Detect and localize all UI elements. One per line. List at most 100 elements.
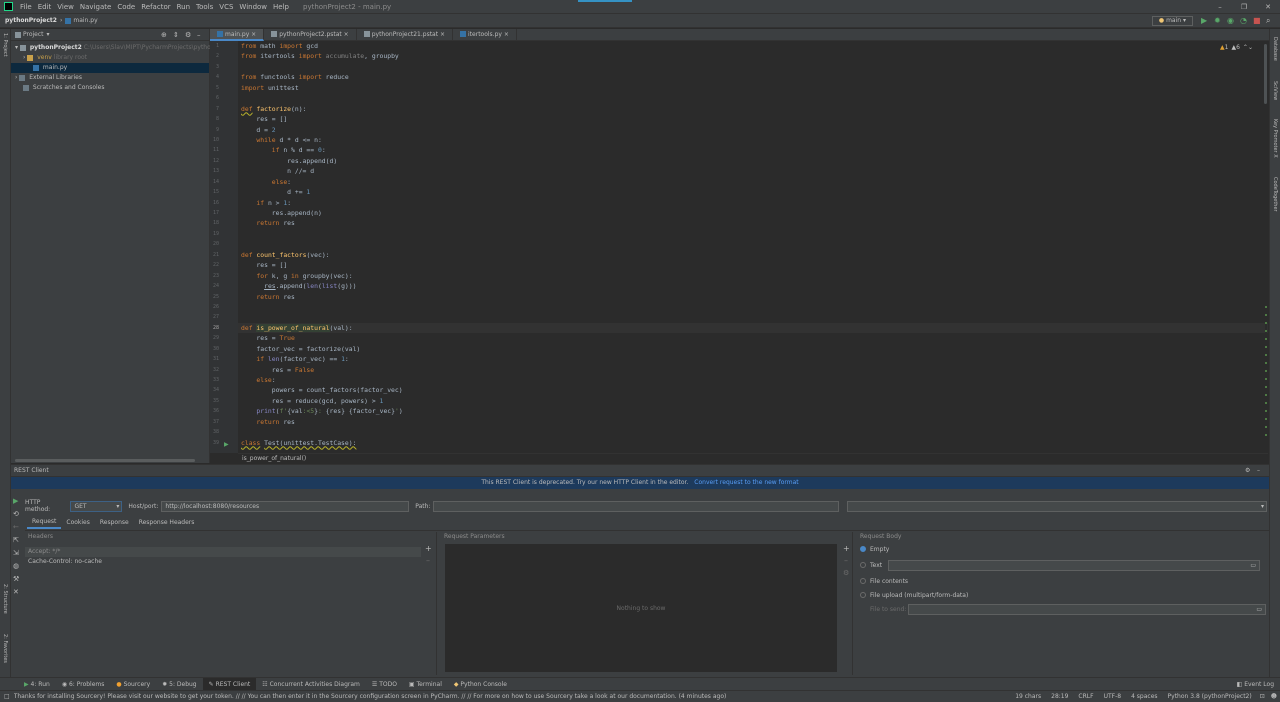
tree-item-scratches[interactable]: Scratches and Consoles [11, 83, 209, 93]
status-indent[interactable]: 4 spaces [1126, 691, 1162, 702]
status-toggle-icon[interactable]: □ [0, 691, 14, 702]
sciview-tool-tab[interactable]: SciView [1272, 81, 1278, 100]
import-icon[interactable]: ⇲ [13, 547, 23, 560]
body-option-empty[interactable]: Empty [857, 541, 1267, 557]
debug-icon[interactable]: ✹ [1214, 16, 1227, 25]
chevron-down-icon[interactable]: ▾ [47, 31, 50, 38]
event-log-button[interactable]: ◧ Event Log [1231, 678, 1280, 691]
nav-project[interactable]: pythonProject2 [0, 17, 57, 24]
gear-icon[interactable]: ⚙ [185, 31, 197, 39]
database-tool-tab[interactable]: Database [1272, 37, 1278, 61]
tree-item-external-libraries[interactable]: › External Libraries [11, 73, 209, 83]
tool-tab-run[interactable]: ▶ 4: Run [18, 678, 56, 691]
export-icon[interactable]: ⇱ [13, 534, 23, 547]
menu-tools[interactable]: Tools [193, 0, 216, 14]
nav-file[interactable]: main.py [73, 17, 97, 24]
tool-tab-debug[interactable]: ✹ 5: Debug [156, 678, 202, 691]
tab-main-py[interactable]: main.py × [210, 28, 265, 41]
host-port-input[interactable]: http://localhost:8080/resources [161, 500, 410, 512]
locate-icon[interactable]: ⊕ [161, 31, 173, 39]
menu-view[interactable]: View [54, 0, 77, 14]
run-icon[interactable]: ▶ [1201, 16, 1214, 25]
status-message[interactable]: Thanks for installing Sourcery! Please v… [14, 691, 727, 702]
tree-item-main-py[interactable]: main.py [11, 63, 209, 73]
collapse-icon[interactable]: ⇕ [173, 31, 185, 39]
status-encoding[interactable]: UTF-8 [1099, 691, 1127, 702]
run-gutter-icon[interactable]: ▶ [224, 441, 229, 448]
code-editor[interactable]: from math import gcd from itertools impo… [238, 41, 1268, 453]
header-row[interactable]: Cache-Control: no-cache [25, 557, 421, 567]
editor-gutter[interactable]: 1 2 3 4 5 6 7 8 9 10 11 12 13 14 15 16 17 18 19 20 21 22 23 24 2… [210, 41, 238, 453]
horizontal-scrollbar[interactable] [15, 459, 195, 462]
tool-tab-sourcery[interactable]: ● Sourcery [110, 678, 156, 691]
history-icon[interactable]: ⟲ [13, 508, 23, 521]
structure-tool-tab[interactable]: 2: Structure [2, 584, 8, 614]
radio[interactable] [860, 562, 866, 568]
coverage-icon[interactable]: ◉ [1227, 16, 1240, 25]
tab-pythonproject21-pstat[interactable]: pythonProject21.pstat × [357, 28, 454, 41]
convert-request-link[interactable]: Convert request to the new format [694, 479, 798, 486]
tool-tab-rest-client[interactable]: ✎ REST Client [202, 677, 257, 691]
expand-icon[interactable]: › [15, 74, 17, 81]
key-promoter-tool-tab[interactable]: Key Promoter X [1272, 119, 1278, 158]
tab-response[interactable]: Response [95, 518, 134, 528]
path-history-select[interactable]: ▾ [847, 500, 1267, 512]
lock-icon[interactable]: ⊡ [1257, 691, 1268, 702]
close-icon[interactable]: ✕ [1256, 3, 1280, 11]
status-line-separator[interactable]: CRLF [1073, 691, 1098, 702]
maximize-icon[interactable]: ❐ [1232, 3, 1256, 11]
project-panel-title[interactable]: Project [23, 31, 44, 38]
search-icon[interactable]: ⌕ [1266, 16, 1280, 26]
menu-file[interactable]: File [17, 0, 35, 14]
menu-refactor[interactable]: Refactor [138, 0, 173, 14]
param-settings-icon[interactable]: ⚙ [843, 569, 849, 577]
params-list[interactable]: Nothing to show [445, 544, 837, 672]
headers-list[interactable]: Accept: */* Cache-Control: no-cache [25, 547, 421, 567]
path-input[interactable] [433, 500, 840, 512]
run-request-icon[interactable]: ▶ [13, 495, 23, 508]
tab-pythonproject2-pstat[interactable]: pythonProject2.pstat × [264, 28, 357, 41]
gear-icon[interactable]: ⚙ [1245, 465, 1257, 477]
status-caret-position[interactable]: 28:19 [1046, 691, 1073, 702]
project-tool-tab[interactable]: 1: Project [2, 33, 8, 57]
tab-cookies[interactable]: Cookies [61, 518, 95, 528]
stop-icon[interactable]: ■ [1253, 16, 1266, 25]
chevron-down-icon[interactable]: ⌄ [1248, 44, 1253, 51]
menu-vcs[interactable]: VCS [216, 0, 236, 14]
body-option-text[interactable]: Text ▭ [857, 557, 1267, 573]
run-config-select[interactable]: ● main ▾ [1151, 15, 1193, 26]
profile-icon[interactable]: ◔ [1240, 16, 1253, 25]
header-row[interactable]: Accept: */* [25, 547, 421, 557]
code-breadcrumb[interactable]: is_power_of_natural() [238, 453, 1268, 463]
menu-navigate[interactable]: Navigate [77, 0, 114, 14]
tree-item-venv[interactable]: › venv library root [11, 53, 209, 63]
add-header-icon[interactable]: + [425, 544, 432, 553]
add-param-icon[interactable]: + [843, 544, 850, 553]
minimize-icon[interactable]: – [1208, 3, 1232, 11]
radio[interactable] [860, 592, 866, 598]
tool-tab-concurrent-activities[interactable]: ☷ Concurrent Activities Diagram [256, 678, 366, 691]
tool-tab-python-console[interactable]: ◆ Python Console [448, 678, 513, 691]
radio[interactable] [860, 578, 866, 584]
globe-icon[interactable]: ◍ [13, 560, 23, 573]
favorites-tool-tab[interactable]: 2: Favorites [2, 634, 8, 663]
tool-tab-problems[interactable]: ◉ 6: Problems [56, 678, 111, 691]
tool-tab-todo[interactable]: ☰ TODO [366, 678, 403, 691]
menu-window[interactable]: Window [236, 0, 270, 14]
tab-response-headers[interactable]: Response Headers [134, 518, 200, 528]
tab-itertools-py[interactable]: itertools.py × [453, 28, 517, 41]
expand-icon[interactable]: ▾ [15, 44, 18, 51]
status-interpreter[interactable]: Python 3.8 (pythonProject2) [1163, 691, 1257, 702]
tab-request[interactable]: Request [27, 517, 62, 529]
expand-icon[interactable]: › [23, 54, 25, 61]
hide-icon[interactable]: – [197, 31, 209, 39]
body-text-input[interactable]: ▭ [888, 559, 1260, 571]
hide-icon[interactable]: – [1257, 465, 1269, 477]
menu-edit[interactable]: Edit [35, 0, 55, 14]
remove-param-icon[interactable]: – [844, 556, 848, 565]
radio-selected[interactable] [860, 546, 866, 552]
wrench-icon[interactable]: ⚒ [13, 573, 23, 586]
notifications-icon[interactable]: ☻ [1268, 691, 1280, 702]
back-icon[interactable]: ← [13, 521, 23, 534]
menu-help[interactable]: Help [270, 0, 292, 14]
